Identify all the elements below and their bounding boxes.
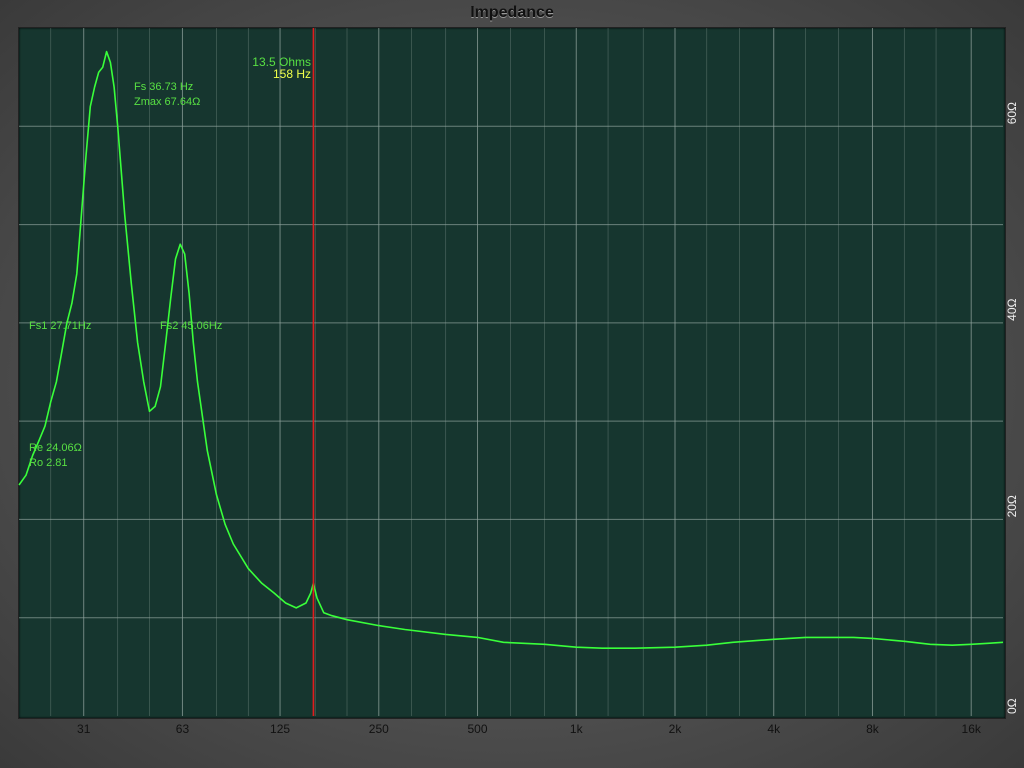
x-tick-label: 4k bbox=[767, 722, 781, 736]
grid bbox=[19, 28, 1003, 716]
fs2-annotation: Fs2 45.06Hz bbox=[160, 320, 222, 332]
y-tick-label: 20Ω bbox=[1005, 495, 1019, 517]
x-tick-label: 250 bbox=[369, 722, 389, 736]
y-tick-label: 40Ω bbox=[1005, 299, 1019, 321]
x-tick-label: 8k bbox=[866, 722, 880, 736]
cursor-hz-label: 158 Hz bbox=[273, 67, 311, 81]
x-tick-label: 125 bbox=[270, 722, 290, 736]
fs-annotation: Fs 36.73 Hz bbox=[134, 81, 193, 93]
x-tick-label: 16k bbox=[962, 722, 982, 736]
y-axis-ticks: 0Ω 20Ω 40Ω 60Ω bbox=[1005, 102, 1019, 714]
impedance-curve bbox=[18, 50, 1004, 650]
zmax-annotation: Zmax 67.64Ω bbox=[134, 96, 200, 108]
impedance-chart[interactable]: 31 63 125 250 500 1k 2k 4k 8k 16k 0Ω20Ω40Ω60Ω 13.… bbox=[0, 0, 1024, 768]
y-tick-label: 0Ω bbox=[1005, 698, 1019, 714]
y-tick-label: 60Ω bbox=[1005, 102, 1019, 124]
x-tick-label: 2k bbox=[669, 722, 683, 736]
x-tick-label: 500 bbox=[468, 722, 488, 736]
x-axis-ticks: 31 63 125 250 500 1k 2k 4k 8k 16k bbox=[77, 722, 982, 736]
fs1-annotation: Fs1 27.71Hz bbox=[29, 320, 91, 332]
re-annotation: Re 24.06Ω bbox=[29, 442, 82, 454]
x-tick-label: 31 bbox=[77, 722, 91, 736]
ro-annotation: Ro 2.81 bbox=[29, 457, 68, 469]
x-tick-label: 1k bbox=[570, 722, 584, 736]
curve-layer bbox=[18, 50, 1004, 650]
x-tick-label: 63 bbox=[176, 722, 190, 736]
